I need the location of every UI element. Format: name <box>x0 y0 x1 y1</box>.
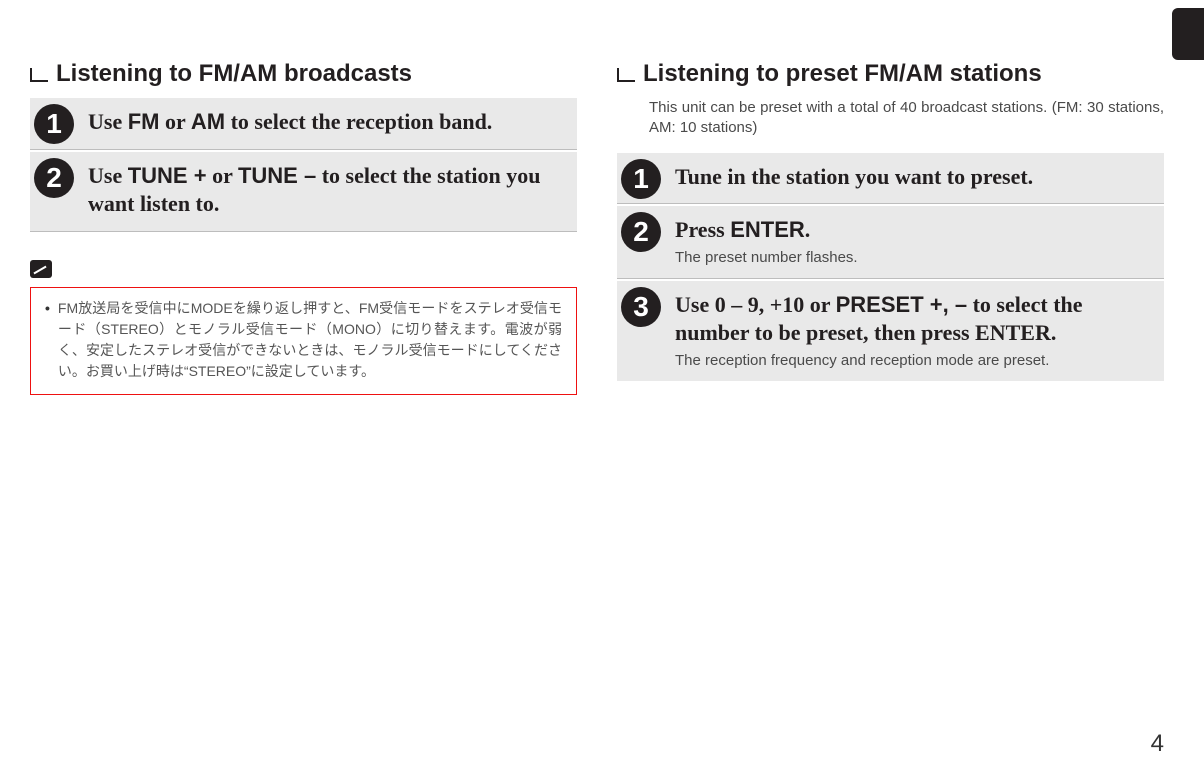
right-step: 2 Press ENTER. The preset number flashes… <box>617 206 1164 279</box>
section-title-left: Listening to FM/AM broadcasts <box>30 60 577 88</box>
step-instruction: Tune in the station you want to preset. <box>675 163 1148 192</box>
note-item: • FM放送局を受信中にMODEを繰り返し押すと、FM受信モードをステレオ受信モ… <box>45 298 562 382</box>
pencil-icon <box>30 260 52 278</box>
right-column: Listening to preset FM/AM stations This … <box>617 60 1164 395</box>
left-column: Listening to FM/AM broadcasts 1 Use FM o… <box>30 60 577 395</box>
step-sub: The reception frequency and reception mo… <box>675 352 1148 369</box>
section-title-right: Listening to preset FM/AM stations <box>617 60 1164 88</box>
section-bullet-icon <box>30 68 48 82</box>
section-intro: This unit can be preset with a total of … <box>649 98 1164 139</box>
note-box: • FM放送局を受信中にMODEを繰り返し押すと、FM受信モードをステレオ受信モ… <box>30 287 577 395</box>
page-number: 4 <box>1151 730 1164 758</box>
step-instruction: Use FM or AM to select the reception ban… <box>88 108 561 137</box>
side-tab <box>1172 8 1204 60</box>
right-step: 3 Use 0 – 9, +10 or PRESET +, – to selec… <box>617 281 1164 381</box>
step-number-badge: 2 <box>34 158 74 198</box>
left-step: 1 Use FM or AM to select the reception b… <box>30 98 577 150</box>
section-title-text: Listening to FM/AM broadcasts <box>56 60 412 88</box>
note-text: FM放送局を受信中にMODEを繰り返し押すと、FM受信モードをステレオ受信モード… <box>58 298 562 382</box>
note-block: • FM放送局を受信中にMODEを繰り返し押すと、FM受信モードをステレオ受信モ… <box>30 260 577 395</box>
step-number-badge: 1 <box>34 104 74 144</box>
right-step: 1 Tune in the station you want to preset… <box>617 153 1164 205</box>
step-number-badge: 1 <box>621 159 661 199</box>
left-step: 2 Use TUNE + or TUNE – to select the sta… <box>30 152 577 232</box>
bullet-dot: • <box>45 298 50 382</box>
section-title-text: Listening to preset FM/AM stations <box>643 60 1042 88</box>
section-bullet-icon <box>617 68 635 82</box>
step-instruction: Press ENTER. <box>675 216 1148 245</box>
step-sub: The preset number flashes. <box>675 249 1148 266</box>
step-instruction: Use 0 – 9, +10 or PRESET +, – to select … <box>675 291 1148 348</box>
page-content: Listening to FM/AM broadcasts 1 Use FM o… <box>0 0 1204 415</box>
step-instruction: Use TUNE + or TUNE – to select the stati… <box>88 162 561 219</box>
step-number-badge: 3 <box>621 287 661 327</box>
step-number-badge: 2 <box>621 212 661 252</box>
